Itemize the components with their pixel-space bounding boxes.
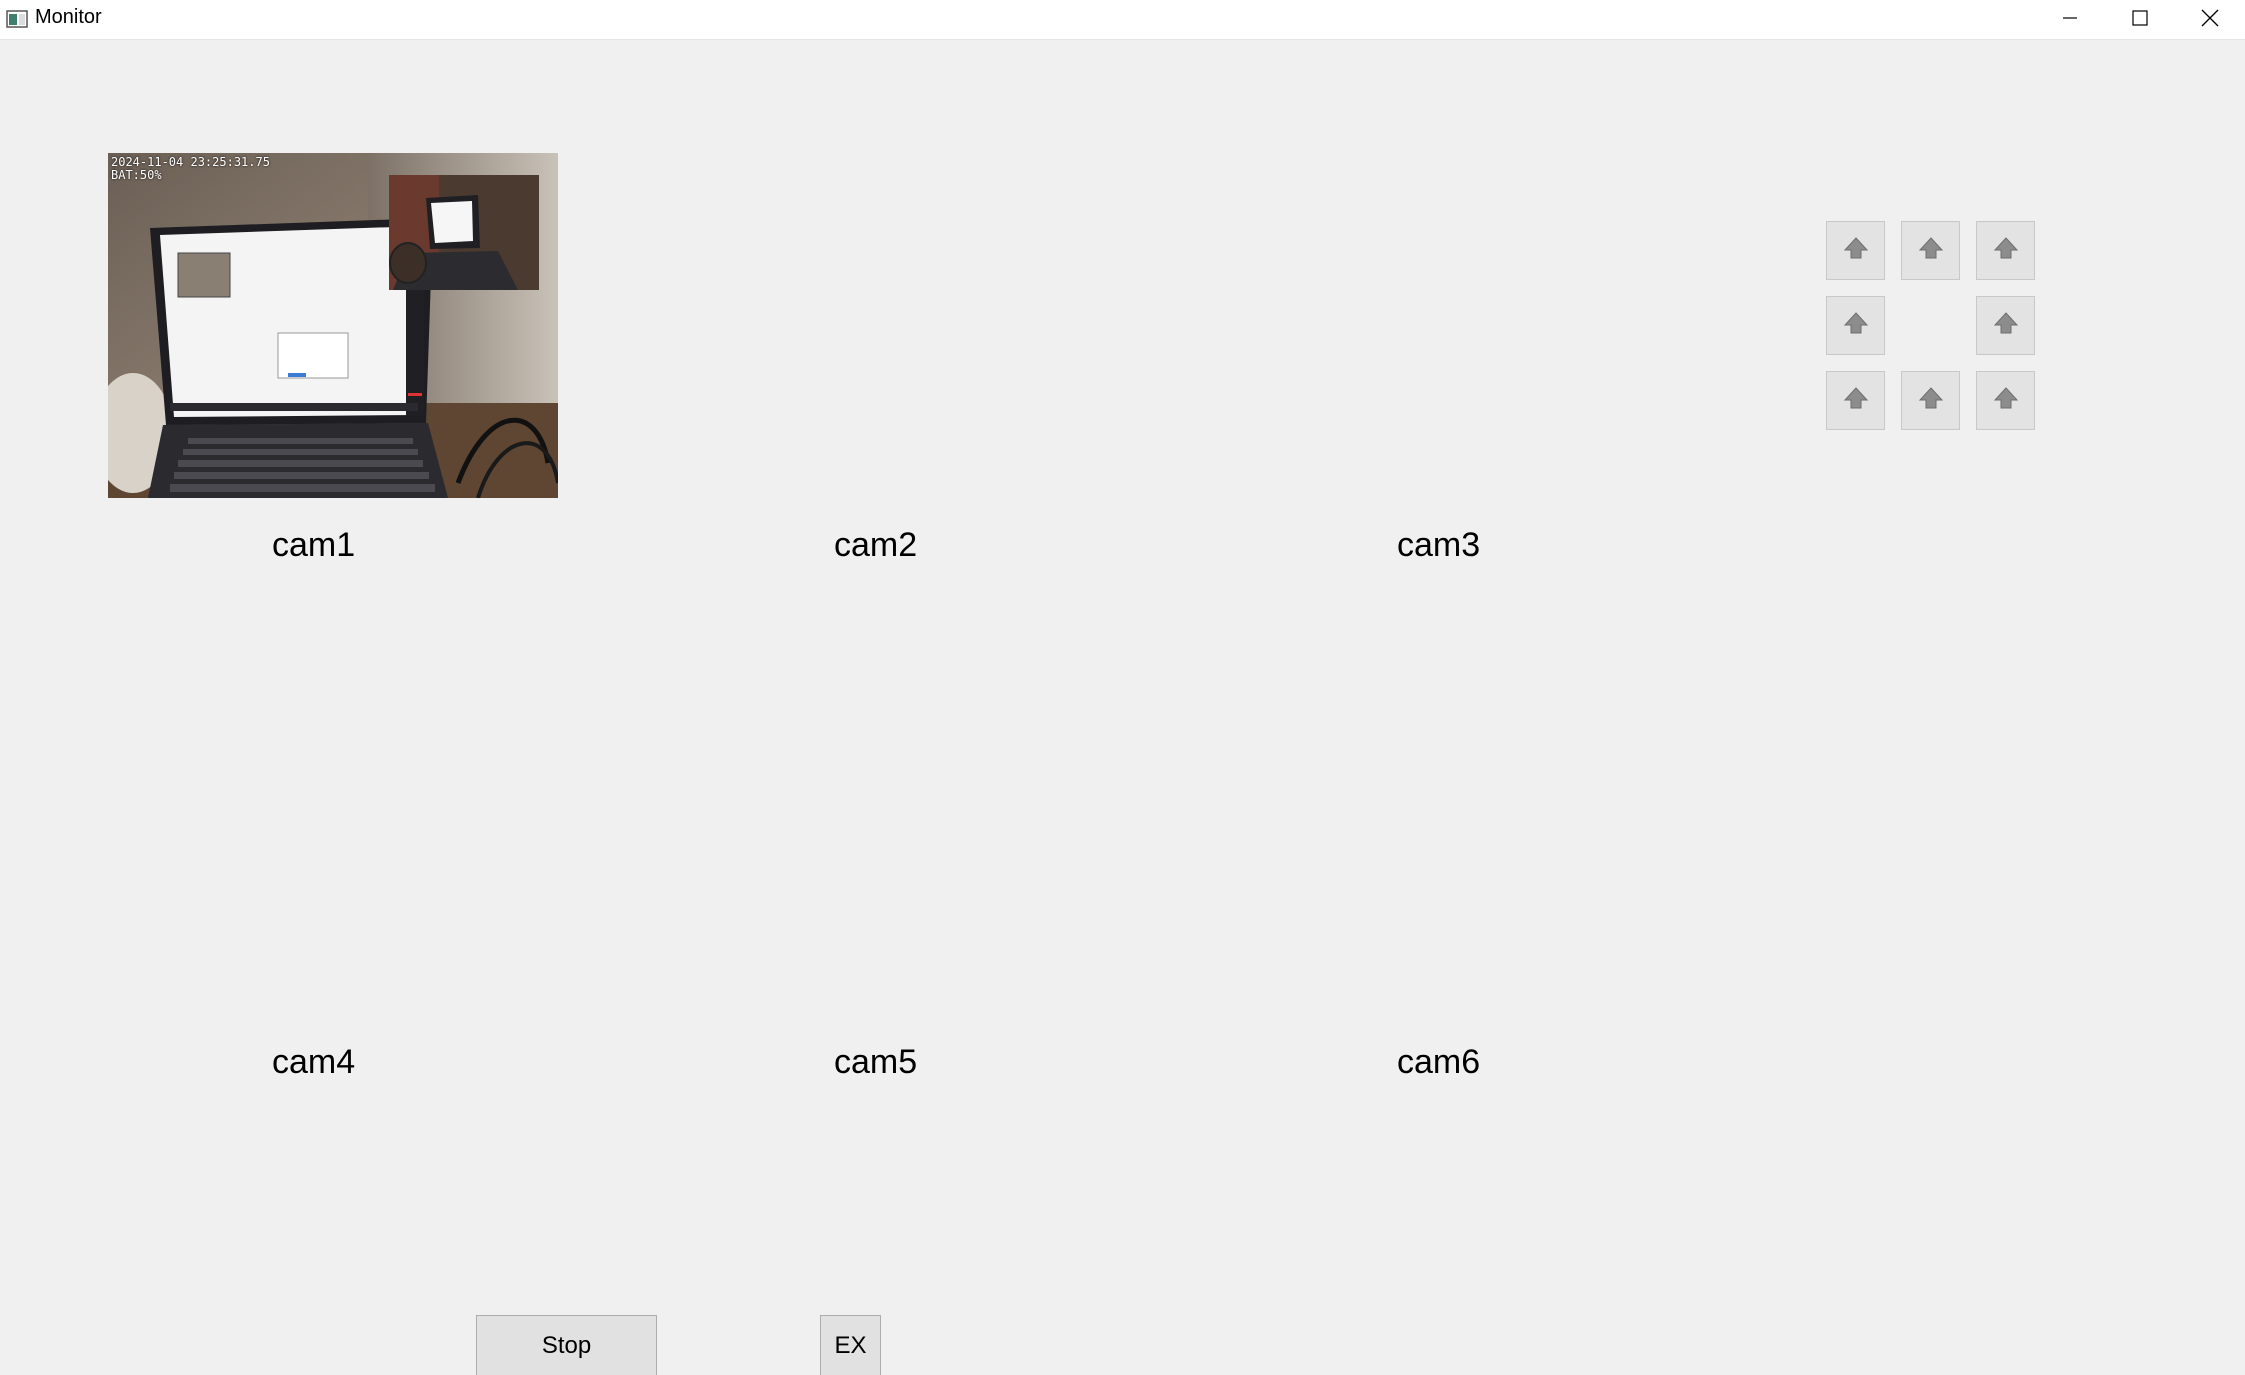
app-window-icon <box>6 9 28 29</box>
pad-button-top-left[interactable] <box>1826 221 1885 280</box>
title-bar: Monitor <box>0 0 2245 40</box>
osd-battery: BAT:50% <box>111 168 162 182</box>
cam2-label: cam2 <box>834 526 918 564</box>
up-arrow-icon <box>1843 386 1869 415</box>
pad-button-top-right[interactable] <box>1976 221 2035 280</box>
cam6-label: cam6 <box>1397 1043 1481 1081</box>
pad-button-top-center[interactable] <box>1901 221 1960 280</box>
video-overlay: 2024-11-04 23:25:31.75 BAT:50% <box>111 156 270 182</box>
up-arrow-icon <box>1993 236 2019 265</box>
pad-button-middle-right[interactable] <box>1976 296 2035 355</box>
close-icon <box>2200 8 2220 28</box>
up-arrow-icon <box>1993 311 2019 340</box>
cam4-label: cam4 <box>272 1043 356 1081</box>
pad-button-bottom-right[interactable] <box>1976 371 2035 430</box>
pad-button-bottom-left[interactable] <box>1826 371 1885 430</box>
ex-button[interactable]: EX <box>820 1315 881 1375</box>
pad-button-middle-left[interactable] <box>1826 296 1885 355</box>
up-arrow-icon <box>1843 311 1869 340</box>
monitor-window: Monitor 2024-11-04 23:25:31.75 BAT:50% c… <box>0 0 2245 1375</box>
camera-frame-image <box>108 153 558 498</box>
cam3-label: cam3 <box>1397 526 1481 564</box>
close-button[interactable] <box>2175 0 2245 36</box>
maximize-icon <box>2131 9 2149 27</box>
cam1-video-feed: 2024-11-04 23:25:31.75 BAT:50% <box>108 153 558 498</box>
stop-button[interactable]: Stop <box>476 1315 657 1375</box>
up-arrow-icon <box>1993 386 2019 415</box>
cam1-label: cam1 <box>272 526 356 564</box>
up-arrow-icon <box>1918 236 1944 265</box>
minimize-button[interactable] <box>2035 0 2105 36</box>
window-title: Monitor <box>35 6 102 28</box>
cam5-label: cam5 <box>834 1043 918 1081</box>
up-arrow-icon <box>1843 236 1869 265</box>
pad-button-bottom-center[interactable] <box>1901 371 1960 430</box>
up-arrow-icon <box>1918 386 1944 415</box>
maximize-button[interactable] <box>2105 0 2175 36</box>
minimize-icon <box>2061 9 2079 27</box>
